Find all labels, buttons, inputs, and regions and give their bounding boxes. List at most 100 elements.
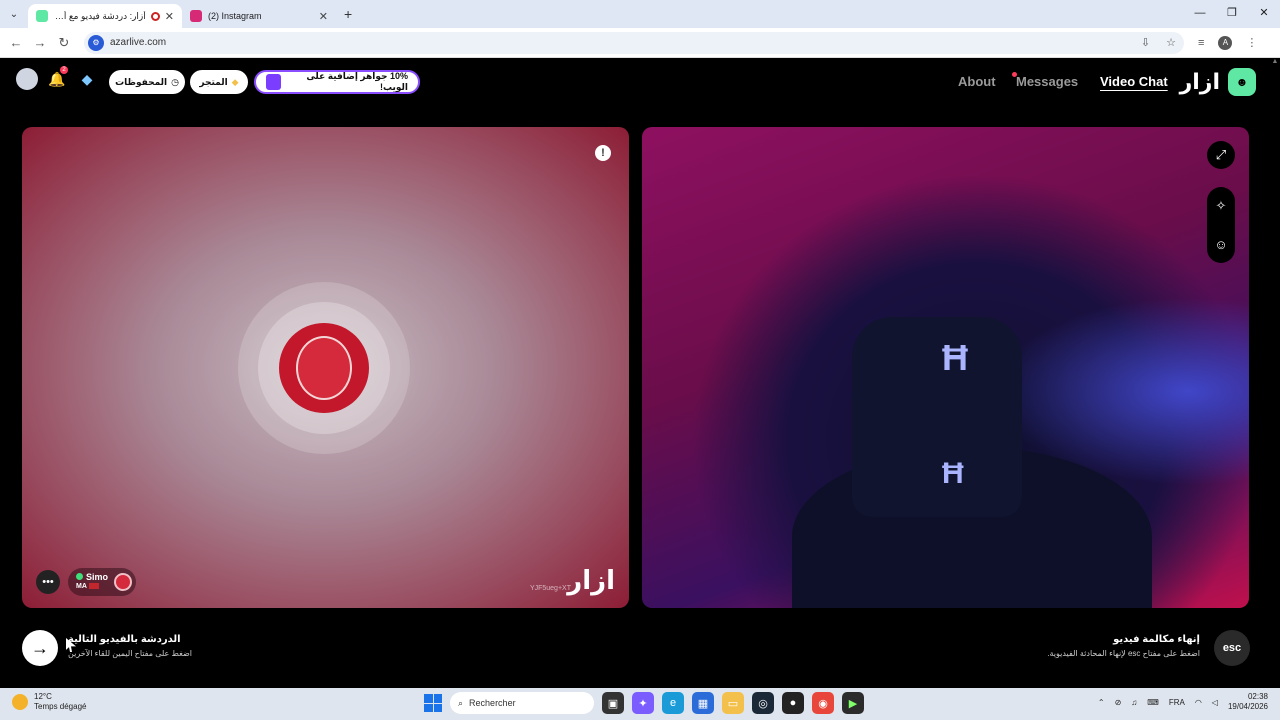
peer-info-chip[interactable]: Simo MA	[68, 568, 137, 596]
tab-instagram[interactable]: (2) Instagram ✕	[182, 4, 336, 28]
new-tab-icon[interactable]: +	[344, 6, 352, 22]
tab-search-icon[interactable]: ⌄	[0, 0, 28, 28]
network-icon[interactable]: ⊘	[1115, 698, 1122, 707]
tab-title: (2) Instagram	[208, 11, 262, 21]
taskbar-search[interactable]: ⌕ Rechercher	[450, 692, 594, 714]
effects-toolbar: ✧ ☺	[1207, 187, 1235, 263]
edge-icon[interactable]: e	[662, 692, 684, 714]
peer-avatar	[279, 323, 369, 413]
omnibox[interactable]: ⚙ azarlive.com ⇩ ☆	[84, 31, 1184, 54]
next-chat-button[interactable]: →	[22, 630, 58, 666]
close-tab-icon[interactable]: ✕	[319, 10, 328, 23]
close-window-icon[interactable]: ✕	[1248, 0, 1280, 28]
chair-logo-icon: Ħ	[942, 337, 968, 378]
notifications-bell-icon[interactable]: 🔔 2	[46, 66, 68, 90]
app-icon[interactable]: ●	[782, 692, 804, 714]
steam-icon[interactable]: ◎	[752, 692, 774, 714]
file-explorer-icon[interactable]: ▭	[722, 692, 744, 714]
nav-messages-label: Messages	[1016, 74, 1079, 89]
gems-icon[interactable]: ◆	[76, 68, 98, 90]
wifi-icon[interactable]: ◠	[1195, 698, 1202, 707]
notification-badge: 2	[60, 66, 68, 74]
keyboard-icon[interactable]: ⌨	[1147, 698, 1159, 707]
language-indicator[interactable]: FRA	[1169, 698, 1185, 707]
store-button[interactable]: المتجر ◆	[190, 70, 248, 94]
peer-video-panel: ! ••• Simo MA YJF5ueg+XT ازار	[22, 127, 629, 608]
taskbar-apps: ⌕ Rechercher ▣ ✦ e ▦ ▭ ◎ ● ◉ ▶	[424, 692, 864, 714]
url-text[interactable]: azarlive.com	[110, 37, 1133, 48]
chrome-icon[interactable]: ◉	[812, 692, 834, 714]
brand-logo[interactable]: ازار ☻	[1180, 68, 1256, 96]
minimize-icon[interactable]: —	[1184, 0, 1216, 28]
self-video-panel: Ħ Ħ ⤢ ✧ ☺	[642, 127, 1249, 608]
search-placeholder: Rechercher	[469, 698, 516, 708]
close-tab-icon[interactable]: ✕	[165, 10, 174, 23]
store-icon[interactable]: ▦	[692, 692, 714, 714]
profile-avatar[interactable]: A	[1218, 35, 1233, 50]
next-chat-subtitle: اضغط على مفتاح اليمين للقاء الآخرين	[68, 649, 193, 658]
morocco-flag-icon	[88, 583, 99, 590]
header-icons: 🔔 2 ◆	[16, 66, 98, 90]
moon-weather-icon	[12, 694, 28, 710]
back-icon[interactable]: ←	[4, 35, 28, 50]
site-info-icon[interactable]: ⚙	[88, 34, 104, 51]
taskbar-clock[interactable]: 02:38 19/04/2026	[1228, 692, 1268, 712]
windows-taskbar: 12°C Temps dégagé ⌕ Rechercher ▣ ✦ e ▦ ▭…	[0, 688, 1280, 720]
clock-icon: ◷	[171, 76, 179, 87]
mic-icon[interactable]: ♫	[1131, 698, 1137, 707]
weather-widget[interactable]: 12°C Temps dégagé	[12, 692, 86, 712]
azar-watermark: ازار	[567, 565, 615, 595]
date: 19/04/2026	[1227, 702, 1268, 711]
gaming-chair	[852, 317, 1022, 517]
azar-favicon-icon	[36, 10, 48, 22]
brand-name: ازار	[1179, 69, 1220, 94]
page-scrollbar[interactable]: ▲	[1270, 58, 1280, 686]
volume-icon[interactable]: ◁	[1212, 698, 1218, 707]
scroll-up-icon[interactable]: ▲	[1270, 58, 1280, 65]
recording-icon	[150, 11, 160, 21]
window-controls: — ❐ ✕	[1184, 0, 1280, 28]
online-status-icon	[76, 573, 83, 580]
tray-overflow-icon[interactable]: ⌃	[1098, 698, 1105, 707]
windows-start-icon[interactable]	[424, 694, 442, 712]
end-call-button[interactable]: esc	[1214, 630, 1250, 666]
chat-bubble-icon[interactable]: •••	[36, 570, 60, 594]
system-tray: ⌃ ⊘ ♫ ⌨ FRA ◠ ◁ 02:38 19/04/2026	[1098, 692, 1268, 712]
app-icon[interactable]: ▶	[842, 692, 864, 714]
unread-dot	[1012, 72, 1017, 77]
face-filter-icon[interactable]: ☺	[1214, 237, 1227, 252]
install-app-icon[interactable]: ⇩	[1141, 36, 1150, 49]
end-call-hint: إنهاء مكالمة فيديو اضغط على مفتاح esc لإ…	[1047, 634, 1200, 658]
chair-logo-icon: Ħ	[942, 457, 964, 490]
weather-condition: Temps dégagé	[34, 702, 87, 711]
address-bar: ← → ↻ ⚙ azarlive.com ⇩ ☆ ≡ A ⋮	[0, 28, 1280, 58]
task-view-icon[interactable]: ▣	[602, 692, 624, 714]
maximize-icon[interactable]: ❐	[1216, 0, 1248, 28]
tab-title: أزار: دردشة فيديو مع أشخاص	[54, 10, 146, 21]
matching-ripple-inner	[258, 302, 390, 434]
promo-button[interactable]: 10% جواهر إضافية على الويب!	[254, 70, 420, 94]
tab-azar[interactable]: أزار: دردشة فيديو مع أشخاص ✕	[28, 4, 182, 28]
saved-button[interactable]: المحفوظات ◷	[109, 70, 185, 94]
next-chat-title: الدردشة بالفيديو التالية	[68, 634, 181, 645]
nav-about[interactable]: About	[958, 74, 996, 89]
report-icon[interactable]: !	[595, 145, 611, 161]
forward-icon[interactable]: →	[28, 35, 52, 50]
promo-label: 10% جواهر إضافية على الويب!	[306, 71, 408, 92]
profile-icon[interactable]	[16, 68, 38, 90]
instagram-favicon-icon	[190, 10, 202, 22]
emblem-icon	[296, 336, 352, 400]
magic-wand-icon[interactable]: ✧	[1216, 198, 1227, 214]
browser-menu-icon[interactable]: ⋮	[1246, 36, 1257, 49]
peer-chip-avatar	[114, 573, 133, 591]
end-call-title: إنهاء مكالمة فيديو	[1113, 634, 1200, 645]
bookmark-star-icon[interactable]: ☆	[1166, 36, 1176, 49]
fullscreen-icon[interactable]: ⤢	[1207, 141, 1235, 169]
reload-icon[interactable]: ↻	[52, 35, 76, 51]
copilot-icon[interactable]: ✦	[632, 692, 654, 714]
extensions-icon[interactable]: ≡	[1198, 37, 1204, 49]
nav-messages[interactable]: Messages	[1012, 72, 1079, 89]
temperature: 12°C	[34, 692, 52, 701]
matching-ripple	[238, 282, 410, 454]
nav-video-chat[interactable]: Video Chat	[1100, 74, 1168, 89]
